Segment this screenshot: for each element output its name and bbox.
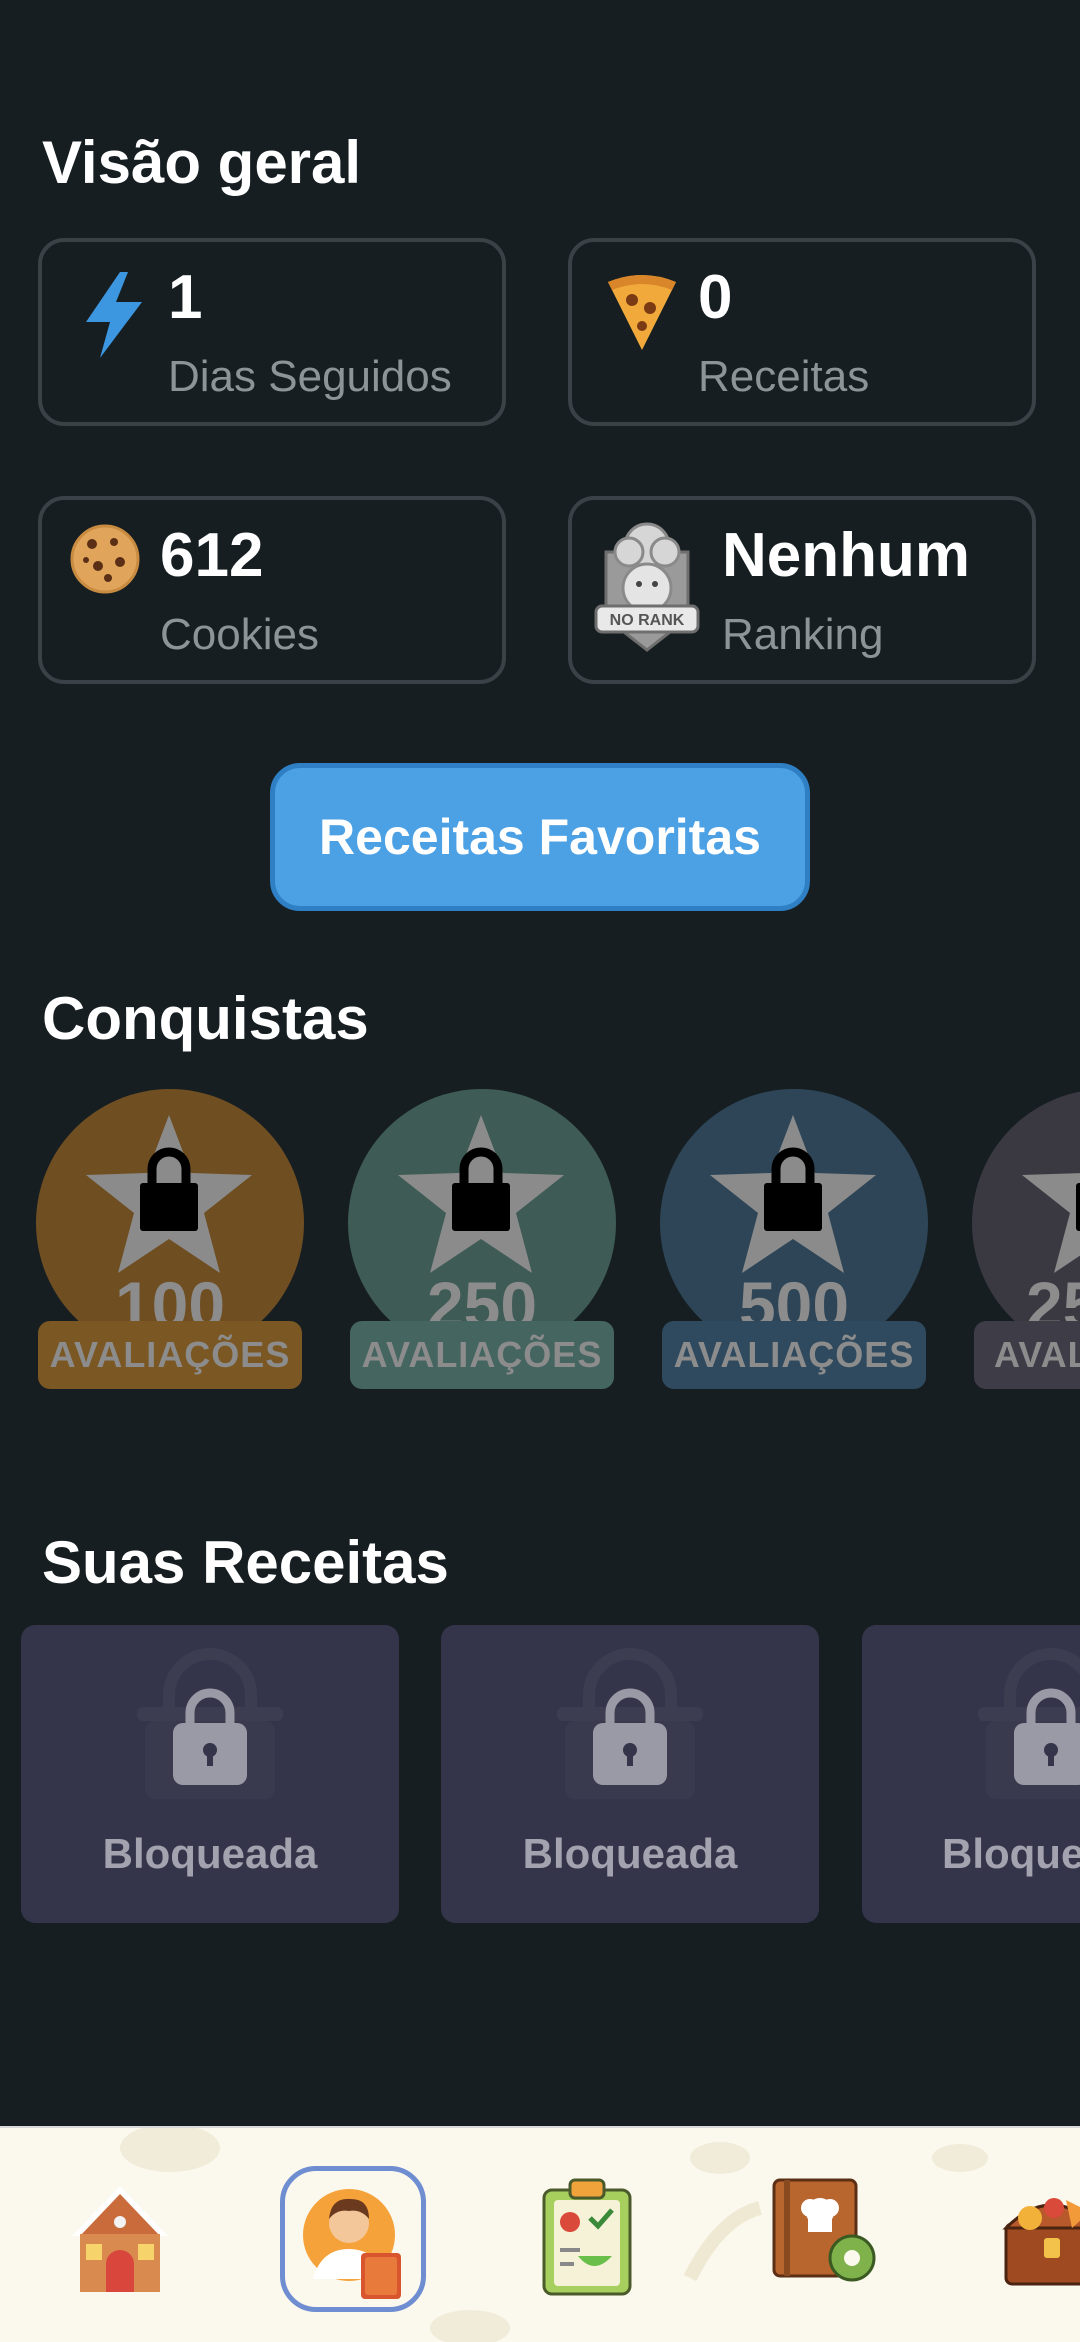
locked-label: Bloqueada: [522, 1830, 738, 1877]
recipes-title: Suas Receitas: [42, 1529, 449, 1596]
favorite-recipes-button[interactable]: Receitas Favoritas: [270, 763, 810, 911]
badge-ribbon: AVALIAÇÕES: [38, 1321, 302, 1389]
lock-icon: [978, 1648, 1080, 1799]
stat-label-streak: Dias Seguidos: [168, 352, 452, 401]
locked-recipe-card[interactable]: Bloque: [862, 1625, 1080, 1923]
stat-value-recipes: 0: [698, 263, 733, 332]
stat-label-cookies: Cookies: [160, 610, 319, 659]
cookie-icon: [70, 524, 140, 594]
locked-label: Bloqueada: [102, 1830, 318, 1877]
stat-value-ranking: Nenhum: [722, 521, 970, 590]
locked-star-icon: [398, 1115, 564, 1273]
stat-label-ranking: Ranking: [722, 610, 884, 659]
locked-label: Bloque: [942, 1830, 1080, 1877]
stat-card-recipes: 0 Receitas: [568, 238, 1036, 426]
treasure-chest-icon[interactable]: [1000, 2178, 1080, 2290]
no-rank-text: NO RANK: [610, 612, 685, 629]
checklist-icon[interactable]: [538, 2176, 636, 2298]
nav-profile-active[interactable]: [280, 2166, 426, 2312]
lock-icon: [557, 1648, 703, 1799]
badge-ribbon: AVAL: [974, 1321, 1080, 1389]
stat-label-recipes: Receitas: [698, 352, 870, 401]
badge-ribbon: AVALIAÇÕES: [350, 1321, 614, 1389]
locked-star-icon: [710, 1115, 876, 1273]
badge-ribbon: AVALIAÇÕES: [662, 1321, 926, 1389]
stat-card-cookies: 612 Cookies: [38, 496, 506, 684]
stat-value-streak: 1: [168, 263, 203, 332]
achievement-badge-250[interactable]: 250 AVALIAÇÕES: [344, 1085, 624, 1395]
bottom-navigation: [0, 2126, 1080, 2342]
no-rank-badge-icon: NO RANK: [594, 522, 700, 652]
achievement-badge-100[interactable]: 100 AVALIAÇÕES: [32, 1085, 312, 1395]
overview-title: Visão geral: [42, 129, 362, 196]
stat-card-streak: 1 Dias Seguidos: [38, 238, 506, 426]
achievements-title: Conquistas: [42, 985, 369, 1052]
locked-recipe-card[interactable]: Bloqueada: [441, 1625, 819, 1923]
stat-card-ranking: NO RANK Nenhum Ranking: [568, 496, 1036, 684]
achievement-badge-500[interactable]: 500 AVALIAÇÕES: [656, 1085, 936, 1395]
gingerbread-house-icon[interactable]: [68, 2180, 172, 2296]
pizza-icon: [608, 275, 676, 350]
recipe-book-settings-icon[interactable]: [770, 2174, 882, 2286]
chef-profile-icon: [303, 2189, 401, 2299]
lock-icon: [137, 1648, 283, 1799]
stat-value-cookies: 612: [160, 521, 264, 590]
locked-recipe-card[interactable]: Bloqueada: [21, 1625, 399, 1923]
locked-star-icon: [1022, 1173, 1080, 1273]
achievement-badge-partial[interactable]: 25 AVAL: [968, 1085, 1080, 1395]
lightning-icon: [86, 272, 142, 358]
locked-star-icon: [86, 1115, 252, 1273]
